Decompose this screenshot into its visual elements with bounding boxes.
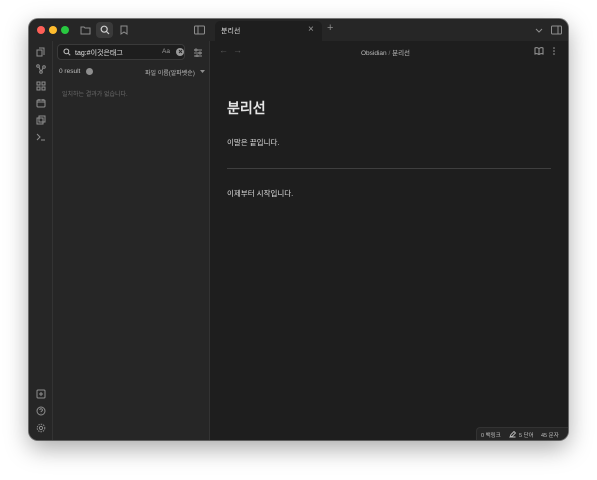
- folder-icon[interactable]: [78, 23, 92, 37]
- bookmark-icon[interactable]: [117, 23, 131, 37]
- back-button[interactable]: ←: [219, 45, 228, 55]
- results-info-icon[interactable]: [86, 68, 93, 75]
- title-bar: 분리선 × +: [29, 19, 568, 41]
- search-input[interactable]: tag:#이것은태그 Aa: [57, 44, 185, 60]
- clear-icon[interactable]: [176, 47, 184, 56]
- right-sidebar-icon[interactable]: [549, 23, 563, 37]
- minimize-window-button[interactable]: [49, 26, 57, 34]
- breadcrumb-separator: /: [388, 50, 391, 57]
- search-icon[interactable]: [96, 22, 113, 38]
- book-icon[interactable]: [533, 46, 545, 56]
- vault-switcher-icon[interactable]: [34, 387, 48, 401]
- settings-icon[interactable]: [34, 421, 48, 435]
- search-sidebar: tag:#이것은태그 Aa 0 result 파일 이름(알파벳순) 일치하는 …: [53, 41, 210, 440]
- search-query: tag:#이것은태그: [75, 49, 123, 57]
- empty-results-message: 일치하는 결과가 없습니다.: [62, 92, 128, 98]
- command-palette-icon[interactable]: [34, 130, 48, 144]
- ribbon: [29, 41, 53, 440]
- daily-note-icon[interactable]: [34, 96, 48, 110]
- breadcrumb-vault[interactable]: Obsidian: [361, 50, 387, 57]
- app-window: 분리선 × + tag:#이것은태그 Aa 0 result 파일 이름(알파벳…: [29, 19, 568, 440]
- backlinks-count[interactable]: 0 백링크: [481, 431, 501, 439]
- horizontal-rule: [227, 168, 551, 169]
- status-bar: 0 백링크 5 단어 45 문자: [476, 427, 568, 440]
- more-options-icon[interactable]: [551, 46, 557, 56]
- result-count: 0 result: [59, 68, 81, 75]
- close-window-button[interactable]: [37, 26, 45, 34]
- zoom-window-button[interactable]: [61, 26, 69, 34]
- note-line-1[interactable]: 이말은 끝입니다.: [227, 137, 279, 148]
- templates-icon[interactable]: [34, 113, 48, 127]
- sort-dropdown[interactable]: 파일 이름(알파벳순): [145, 68, 195, 77]
- new-tab-button[interactable]: +: [327, 22, 333, 34]
- chevron-down-icon[interactable]: [534, 24, 544, 36]
- tab-label: 분리선: [221, 28, 241, 35]
- note-line-2[interactable]: 이제부터 시작입니다.: [227, 188, 293, 199]
- sort-chevron-icon[interactable]: [199, 69, 205, 75]
- breadcrumb-file[interactable]: 분리선: [392, 50, 410, 57]
- tab-close-icon[interactable]: ×: [308, 24, 314, 35]
- char-count: 45 문자: [541, 432, 559, 439]
- canvas-icon[interactable]: [34, 79, 48, 93]
- sidebar-toggle-icon[interactable]: [192, 23, 206, 37]
- match-case-button[interactable]: Aa: [162, 48, 170, 55]
- note-title: 분리선: [227, 100, 266, 116]
- pencil-icon[interactable]: [508, 430, 516, 438]
- search-field-icon: [62, 47, 72, 57]
- open-switcher-icon[interactable]: [34, 45, 48, 59]
- help-icon[interactable]: [34, 404, 48, 418]
- forward-button[interactable]: →: [233, 45, 242, 55]
- editor-pane: ← → Obsidian / 분리선 분리선 이말은 끝입니다. 이제부터 시작…: [211, 41, 568, 440]
- word-count: 5 단어: [519, 432, 534, 439]
- tab-active[interactable]: 분리선 ×: [215, 21, 322, 41]
- breadcrumb: Obsidian / 분리선: [361, 47, 410, 57]
- graph-view-icon[interactable]: [34, 62, 48, 76]
- search-settings-icon[interactable]: [192, 46, 204, 58]
